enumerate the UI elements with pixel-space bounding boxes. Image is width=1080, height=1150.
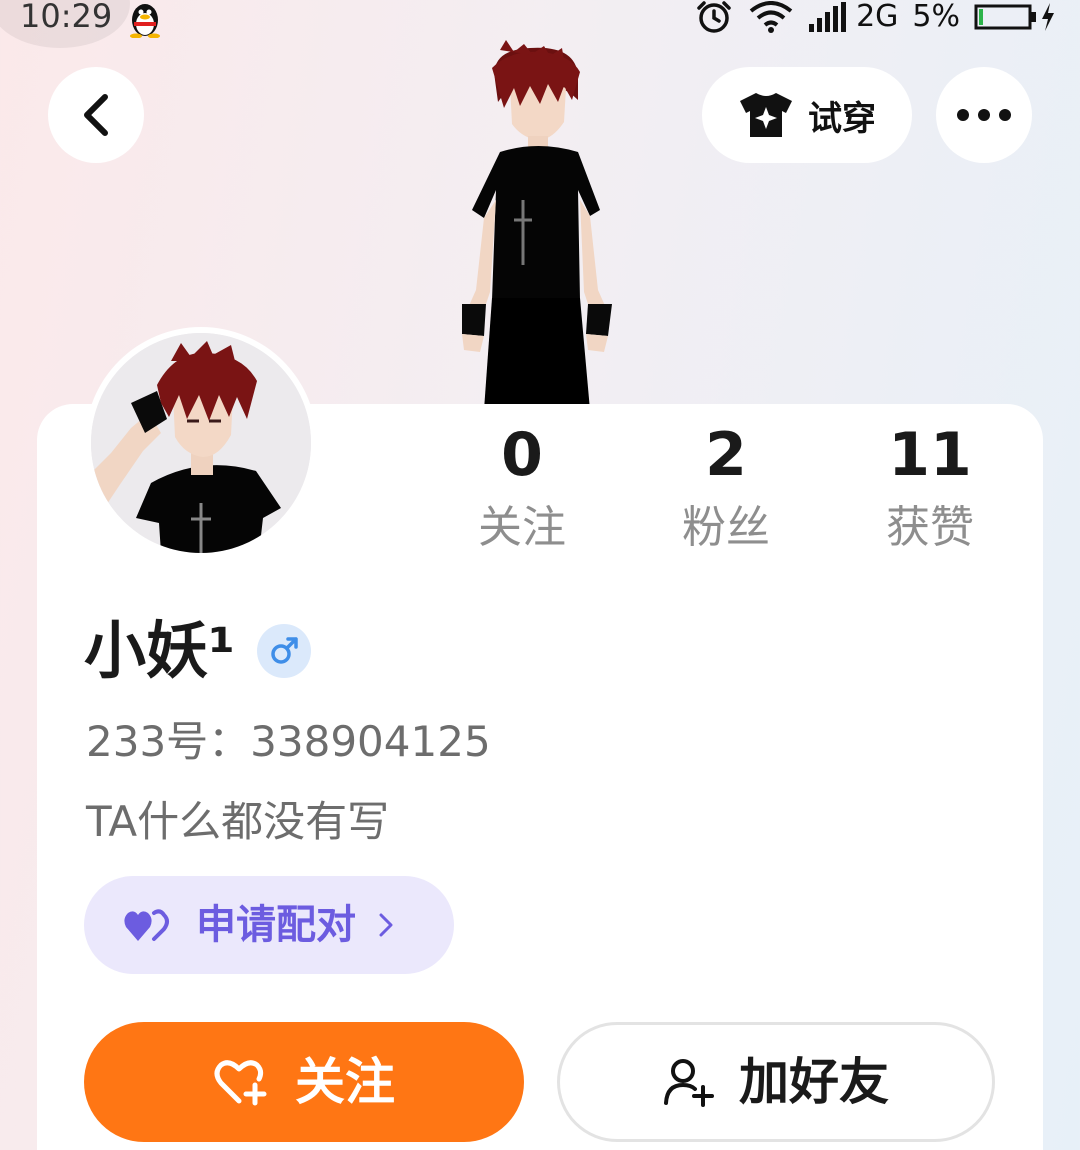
likes-count: 11 (888, 420, 972, 490)
likes-label: 获赞 (886, 502, 974, 553)
more-button[interactable] (936, 67, 1032, 163)
qq-penguin-icon (130, 4, 160, 38)
following-label: 关注 (478, 502, 566, 553)
battery-percent: 5% (912, 0, 960, 34)
chevron-left-icon (84, 94, 108, 136)
stat-fans[interactable]: 2 粉丝 (636, 422, 816, 556)
user-bio: TA什么都没有写 (86, 797, 390, 846)
try-on-label: 试穿 (808, 98, 876, 139)
tshirt-icon (740, 93, 792, 137)
profile-avatar[interactable] (85, 327, 317, 559)
user-id: 233号：338904125 (86, 717, 491, 766)
add-friend-label: 加好友 (739, 1053, 889, 1111)
fans-count: 2 (705, 420, 747, 490)
username-row: 小妖¹ (84, 614, 312, 688)
male-icon (271, 637, 298, 664)
try-on-button[interactable]: 试穿 (702, 67, 912, 163)
status-right-group: 2G 5% (694, 0, 1056, 34)
status-bar: 10:29 2G 5% (0, 0, 1080, 48)
avatar-figure-image[interactable] (440, 40, 630, 410)
following-count: 0 (501, 420, 543, 490)
battery-icon (974, 4, 1036, 30)
more-dots-icon (957, 109, 1011, 121)
chevron-right-icon (379, 913, 393, 937)
add-friend-button[interactable]: 加好友 (557, 1022, 995, 1142)
back-button[interactable] (48, 67, 144, 163)
charging-icon (1042, 3, 1054, 31)
stat-following[interactable]: 0 关注 (432, 422, 612, 556)
request-pairing-label: 申请配对 (196, 902, 356, 948)
user-plus-icon (664, 1059, 714, 1107)
username: 小妖¹ (84, 614, 236, 687)
wifi-icon (749, 1, 793, 33)
alarm-icon (697, 1, 731, 33)
network-type: 2G (856, 0, 899, 34)
heart-plus-icon (214, 1060, 267, 1106)
follow-label: 关注 (295, 1053, 395, 1111)
status-time: 10:29 (20, 0, 113, 35)
stat-likes[interactable]: 11 获赞 (840, 422, 1020, 556)
request-pairing-button[interactable]: 申请配对 (84, 876, 454, 974)
fans-label: 粉丝 (682, 502, 770, 553)
avatar-image (91, 333, 311, 553)
follow-button[interactable]: 关注 (84, 1022, 524, 1142)
avatar-portrait-icon (91, 333, 311, 553)
signal-icon (809, 2, 847, 32)
hearts-icon (124, 909, 169, 941)
gender-badge (257, 624, 312, 678)
